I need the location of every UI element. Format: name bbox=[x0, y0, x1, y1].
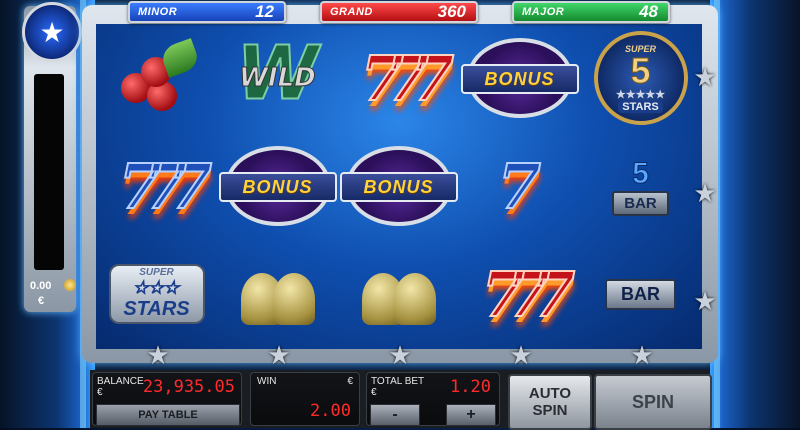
win-label: WIN bbox=[257, 376, 277, 387]
jackpot-minor-label: MINOR bbox=[138, 6, 178, 18]
reel-3: 777 BONUS bbox=[338, 24, 459, 349]
win-value: 2.00 bbox=[310, 401, 351, 421]
jackpot-minor: MINOR 12 bbox=[128, 1, 286, 23]
star-icon: ★ bbox=[693, 62, 717, 92]
balance-label: BALANCE bbox=[97, 376, 144, 387]
symbol-bonus: BONUS bbox=[217, 132, 338, 240]
symbol-seven-red: 777 bbox=[338, 24, 459, 132]
decrease-bet-button[interactable]: - bbox=[370, 404, 420, 426]
bonus-label: BONUS bbox=[339, 172, 458, 202]
auto-spin-line2: SPIN bbox=[532, 402, 568, 419]
symbol-super-stars: SUPER ★★★ STARS bbox=[96, 240, 217, 348]
pay-table-button[interactable]: PAY TABLE bbox=[96, 404, 240, 426]
star-logo-icon: ★ bbox=[22, 2, 82, 62]
increase-bet-button[interactable]: + bbox=[446, 404, 496, 426]
bonus-label: BONUS bbox=[460, 64, 579, 94]
jackpot-major-label: MAJOR bbox=[522, 6, 565, 18]
meter-value: 0.00 bbox=[30, 280, 52, 292]
reel-2: W WILD BONUS bbox=[217, 24, 338, 349]
super-stars-main: STARS bbox=[123, 298, 190, 320]
bells-icon bbox=[354, 259, 444, 329]
bar-label: BAR bbox=[605, 278, 676, 310]
symbol-seven-blue: 7 bbox=[459, 132, 580, 240]
triple-seven-icon: 777 bbox=[118, 149, 214, 224]
fivebar-number: 5 bbox=[632, 156, 650, 190]
stars-icon: ★★★★★ bbox=[615, 88, 666, 101]
total-bet-value: 1.20 bbox=[450, 377, 491, 397]
bonus-ring-icon: BONUS bbox=[460, 38, 579, 118]
symbol-cherries bbox=[96, 24, 217, 132]
reel-4: BONUS 7 777 bbox=[459, 24, 580, 349]
star-icon: ★ bbox=[509, 340, 533, 370]
bonus-label: BONUS bbox=[218, 172, 337, 202]
symbol-seven-blue: 777 bbox=[96, 132, 217, 240]
reel-window: 777 SUPER ★★★ STARS W WILD BONUS 777 BON… bbox=[96, 24, 702, 349]
triple-seven-red-icon: 777 bbox=[481, 257, 577, 332]
super5-bottom: STARS bbox=[618, 100, 663, 113]
triple-seven-red-icon: 777 bbox=[360, 41, 456, 116]
cherries-icon bbox=[117, 38, 201, 113]
stars-icon: ★★★ bbox=[133, 280, 180, 298]
meter-bar bbox=[34, 74, 64, 270]
star-icon: ★ bbox=[693, 286, 717, 316]
wild-label: WILD bbox=[239, 63, 317, 94]
auto-spin-button[interactable]: AUTO SPIN bbox=[508, 374, 592, 430]
symbol-bonus: BONUS bbox=[459, 24, 580, 132]
super5-number: 5 bbox=[630, 49, 651, 91]
total-bet-label: TOTAL BET bbox=[371, 376, 425, 387]
jackpot-major: MAJOR 48 bbox=[512, 1, 670, 23]
balance-value: 23,935.05 bbox=[142, 377, 235, 397]
coin-icon bbox=[64, 279, 76, 291]
jackpot-minor-value: 12 bbox=[255, 2, 274, 21]
bonus-meter: ★ 0.00 € bbox=[22, 2, 82, 312]
win-panel: WIN € 2.00 bbox=[250, 372, 360, 426]
seven-icon: 7 bbox=[497, 149, 542, 224]
bells-icon bbox=[233, 259, 323, 329]
symbol-super-5-stars: SUPER 5 ★★★★★ STARS bbox=[580, 24, 701, 132]
symbol-bonus: BONUS bbox=[338, 132, 459, 240]
jackpot-grand-value: 360 bbox=[437, 2, 466, 21]
casino-right-backdrop bbox=[710, 0, 800, 428]
jackpot-grand: GRAND 360 bbox=[320, 1, 478, 23]
auto-spin-line1: AUTO bbox=[528, 385, 572, 402]
balance-currency: € bbox=[97, 387, 103, 398]
spin-button[interactable]: SPIN bbox=[594, 374, 712, 430]
star-icon: ★ bbox=[267, 340, 291, 370]
reel-1: 777 SUPER ★★★ STARS bbox=[96, 24, 217, 349]
star-icon: ★ bbox=[146, 340, 170, 370]
symbol-bells bbox=[217, 240, 338, 348]
total-bet-currency: € bbox=[371, 387, 377, 398]
star-icon: ★ bbox=[630, 340, 654, 370]
fivebar-label: BAR bbox=[612, 190, 669, 216]
symbol-bar: BAR bbox=[580, 240, 701, 348]
win-currency: € bbox=[347, 376, 353, 387]
star-icon: ★ bbox=[388, 340, 412, 370]
meter-currency: € bbox=[38, 295, 45, 307]
star-icon: ★ bbox=[693, 178, 717, 208]
jackpot-grand-label: GRAND bbox=[330, 6, 373, 18]
symbol-bells bbox=[338, 240, 459, 348]
symbol-seven-red: 777 bbox=[459, 240, 580, 348]
bonus-ring-icon: BONUS bbox=[339, 146, 458, 226]
super-stars-top: SUPER bbox=[139, 267, 174, 278]
bonus-ring-icon: BONUS bbox=[218, 146, 337, 226]
symbol-5-bar: 5 BAR bbox=[580, 132, 701, 240]
symbol-wild: W WILD bbox=[217, 24, 338, 132]
reel-5: SUPER 5 ★★★★★ STARS 5 BAR BAR bbox=[580, 24, 701, 349]
jackpot-major-value: 48 bbox=[639, 2, 658, 21]
